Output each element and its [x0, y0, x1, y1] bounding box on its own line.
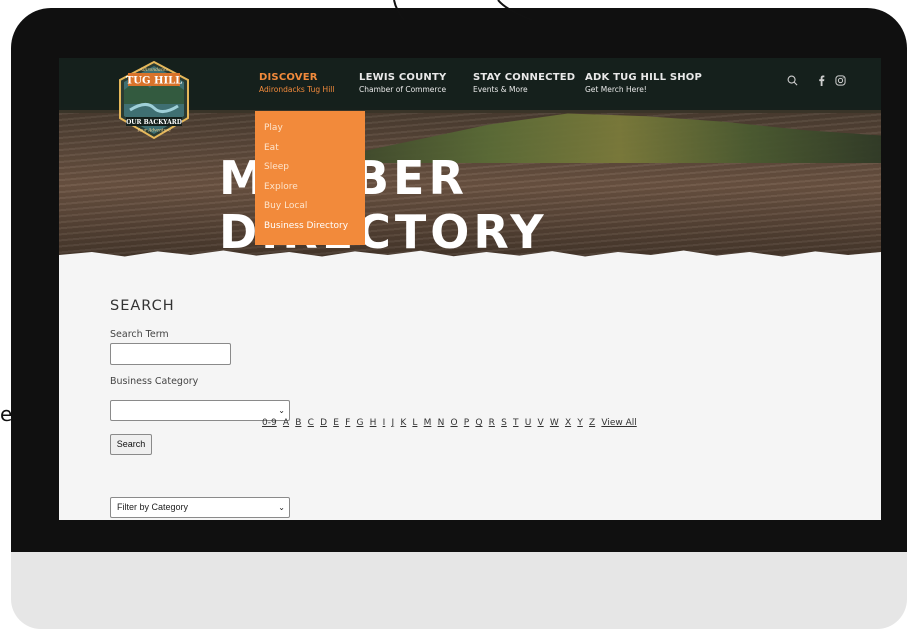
- alpha-link[interactable]: U: [525, 418, 532, 428]
- logo-name: TUG HILL: [126, 76, 182, 87]
- alpha-link[interactable]: S: [501, 418, 507, 428]
- nav-item-sublabel: Events & More: [473, 85, 528, 94]
- nav-item-discover[interactable]: DISCOVER Adirondacks Tug Hill: [259, 72, 334, 94]
- alpha-link[interactable]: Q: [475, 418, 482, 428]
- dropdown-item-business-directory[interactable]: Business Directory: [255, 217, 365, 237]
- nav-item-sublabel: Chamber of Commerce: [359, 85, 447, 94]
- logo-top: Adirondacks: [139, 67, 169, 73]
- alpha-link[interactable]: X: [565, 418, 571, 428]
- alpha-link[interactable]: E: [333, 418, 339, 428]
- alpha-link[interactable]: M: [424, 418, 432, 428]
- dropdown-item-play[interactable]: Play: [255, 119, 365, 139]
- filter-by-category-select[interactable]: Filter by Category ⌄: [110, 497, 290, 518]
- alpha-link[interactable]: H: [370, 418, 377, 428]
- alpha-link[interactable]: 0-9: [262, 418, 277, 428]
- dropdown-item-explore[interactable]: Explore: [255, 178, 365, 198]
- alphabet-filter: 0-9 A B C D E F G H I J K L M N O P Q R S T U V W X Y Z View All: [262, 418, 643, 428]
- nav-item-sublabel: Adirondacks Tug Hill: [259, 85, 335, 94]
- alpha-link[interactable]: D: [320, 418, 327, 428]
- business-category-label: Business Category: [110, 376, 199, 387]
- cropped-edge-glyph: e: [0, 402, 13, 426]
- alpha-link[interactable]: I: [383, 418, 386, 428]
- nav-item-sublabel: Get Merch Here!: [585, 85, 647, 94]
- search-heading: SEARCH: [110, 298, 175, 314]
- search-icon[interactable]: [787, 75, 798, 86]
- filter-by-category-value: Filter by Category: [117, 502, 189, 512]
- nav-item-label: LEWIS COUNTY: [359, 72, 447, 83]
- nav-item-stay-connected[interactable]: STAY CONNECTED Events & More: [473, 72, 575, 94]
- tug-hill-logo[interactable]: TUG HILL Adirondacks OUR BACKYARD Your A…: [116, 60, 192, 140]
- view-all-link[interactable]: View All: [601, 418, 636, 428]
- chevron-down-icon: ⌄: [278, 503, 285, 512]
- alpha-link[interactable]: A: [283, 418, 289, 428]
- nav-item-shop[interactable]: ADK TUG HILL SHOP Get Merch Here!: [585, 72, 702, 94]
- nav-item-label: ADK TUG HILL SHOP: [585, 72, 703, 83]
- search-section: SEARCH Search Term Business Category ⌄ 0…: [59, 273, 881, 520]
- alpha-link[interactable]: P: [464, 418, 469, 428]
- dropdown-item-sleep[interactable]: Sleep: [255, 158, 365, 178]
- alpha-link[interactable]: C: [308, 418, 314, 428]
- dropdown-item-eat[interactable]: Eat: [255, 139, 365, 159]
- alpha-link[interactable]: Y: [577, 418, 583, 428]
- search-term-input[interactable]: [110, 343, 231, 365]
- alpha-link[interactable]: L: [412, 418, 417, 428]
- search-button[interactable]: Search: [110, 434, 152, 455]
- alpha-link[interactable]: O: [450, 418, 457, 428]
- logo-banner: OUR BACKYARD: [126, 119, 182, 126]
- alpha-link[interactable]: V: [538, 418, 544, 428]
- alpha-link[interactable]: G: [356, 418, 363, 428]
- search-term-label: Search Term: [110, 329, 169, 340]
- alpha-link[interactable]: B: [295, 418, 301, 428]
- alpha-link[interactable]: R: [489, 418, 495, 428]
- nav-item-label: DISCOVER: [259, 72, 318, 83]
- browser-screen: MEMBER DIRECTORY DISCOVER Adirondacks Tu…: [59, 58, 881, 520]
- alpha-link[interactable]: W: [550, 418, 559, 428]
- monitor-chin: [11, 552, 907, 629]
- discover-dropdown-menu: Play Eat Sleep Explore Buy Local Busines…: [255, 111, 365, 245]
- logo-tagline: Your Adventure: [137, 129, 171, 134]
- alpha-link[interactable]: Z: [589, 418, 595, 428]
- instagram-icon[interactable]: [835, 75, 846, 86]
- alpha-link[interactable]: K: [400, 418, 406, 428]
- alpha-link[interactable]: F: [345, 418, 350, 428]
- alpha-link[interactable]: J: [391, 418, 394, 428]
- nav-item-lewis-county[interactable]: LEWIS COUNTY Chamber of Commerce: [359, 72, 446, 94]
- facebook-icon[interactable]: [818, 75, 825, 86]
- alpha-link[interactable]: T: [513, 418, 519, 428]
- monitor-cable: [393, 0, 533, 21]
- dropdown-item-buy-local[interactable]: Buy Local: [255, 197, 365, 217]
- nav-item-label: STAY CONNECTED: [473, 72, 576, 83]
- alpha-link[interactable]: N: [438, 418, 445, 428]
